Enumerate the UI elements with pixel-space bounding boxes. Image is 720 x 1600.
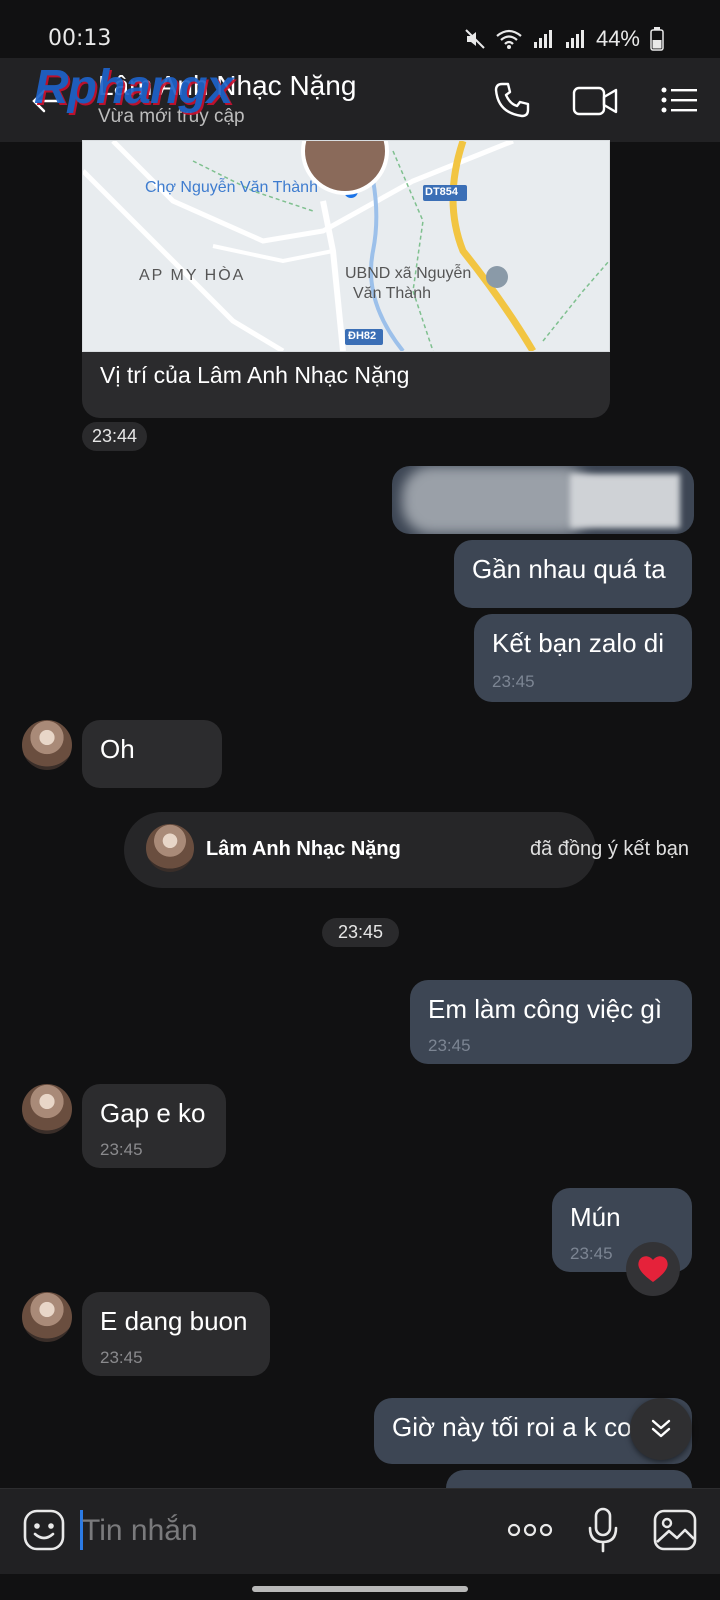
double-chevron-down-icon (651, 1419, 671, 1438)
more-options-icon[interactable] (506, 1518, 554, 1542)
battery-icon (650, 27, 664, 51)
message-bubble-incoming[interactable]: Gap e ko 23:45 (82, 1084, 226, 1168)
timestamp-pill: 23:45 (322, 918, 400, 947)
watermark-logo: Rphangx (34, 61, 233, 114)
message-time: 23:45 (428, 1036, 471, 1055)
location-caption: Vị trí của Lâm Anh Nhạc Nặng (100, 362, 410, 388)
signal-icon-2 (565, 30, 584, 48)
friend-accepted-notice: Lâm Anh Nhạc Nặng đã đồng ý kết bạn (124, 812, 689, 888)
scroll-to-bottom-button[interactable] (630, 1398, 692, 1460)
message-bubble-outgoing[interactable]: Kết bạn zalo di 23:45 (474, 614, 692, 702)
wifi-icon (496, 29, 522, 49)
message-text: Gần nhau quá ta (472, 554, 666, 584)
phone-icon[interactable] (492, 80, 532, 120)
heart-reaction[interactable] (626, 1242, 680, 1296)
message-text: Kết bạn zalo di (492, 628, 665, 658)
avatar[interactable] (22, 1292, 72, 1342)
message-time: 23:45 (492, 672, 535, 691)
avatar[interactable] (22, 1084, 72, 1134)
message-time: 23:45 (100, 1140, 143, 1159)
message-input[interactable]: Tin nhắn (82, 1514, 198, 1548)
message-bubble-incoming[interactable]: Oh (82, 720, 222, 788)
status-time: 00:13 (48, 26, 112, 51)
map-label: AP MY HÒA (139, 267, 246, 284)
battery-percent: 44% (595, 26, 640, 51)
message-text: Em làm công việc gì (428, 994, 663, 1024)
avatar[interactable] (22, 720, 72, 770)
timestamp-pill: 23:44 (82, 422, 148, 451)
video-call-icon[interactable] (572, 80, 618, 120)
message-text: Giờ này tối roi a k co (392, 1412, 632, 1442)
system-contact-name: Lâm Anh Nhạc Nặng (206, 838, 401, 860)
map-label: Văn Thành (353, 285, 431, 302)
message-text: Mún (570, 1202, 621, 1232)
map-label: UBND xã Nguyễn (345, 265, 472, 282)
location-card[interactable]: Chợ Nguyễn Văn Thành DT854 AP MY HÒA UBN… (82, 140, 610, 418)
message-text: Gap e ko (100, 1098, 206, 1128)
message-time: 23:45 (100, 1348, 143, 1367)
message-bubble-outgoing[interactable]: Gần nhau quá ta (454, 540, 692, 608)
image-gallery-icon[interactable] (652, 1508, 698, 1552)
map-label: DT854 (425, 186, 459, 198)
message-time: 23:45 (570, 1244, 613, 1263)
mute-icon (465, 29, 485, 49)
map-preview[interactable]: Chợ Nguyễn Văn Thành DT854 AP MY HÒA UBN… (82, 140, 610, 354)
avatar (146, 824, 194, 872)
redacted-message[interactable] (392, 466, 694, 534)
home-gesture-handle[interactable] (252, 1586, 468, 1592)
menu-list-icon[interactable] (660, 80, 698, 120)
message-bubble-outgoing[interactable]: Em làm công việc gì 23:45 (410, 980, 692, 1064)
microphone-icon[interactable] (586, 1506, 620, 1554)
message-text: Oh (100, 734, 135, 764)
map-roads (82, 140, 610, 354)
signal-icon (533, 30, 552, 48)
message-text: E dang buon (100, 1306, 248, 1336)
map-label: Chợ Nguyễn Văn Thành (145, 179, 318, 196)
status-bar: 00:13 44% (0, 0, 720, 60)
system-message-text: đã đồng ý kết bạn (530, 838, 690, 860)
heart-icon (638, 1256, 668, 1282)
message-bubble-incoming[interactable]: E dang buon 23:45 (82, 1292, 270, 1376)
status-icons: 44% (464, 26, 664, 52)
map-label: ĐH82 (348, 330, 377, 342)
sticker-emoji-icon[interactable] (22, 1508, 66, 1552)
